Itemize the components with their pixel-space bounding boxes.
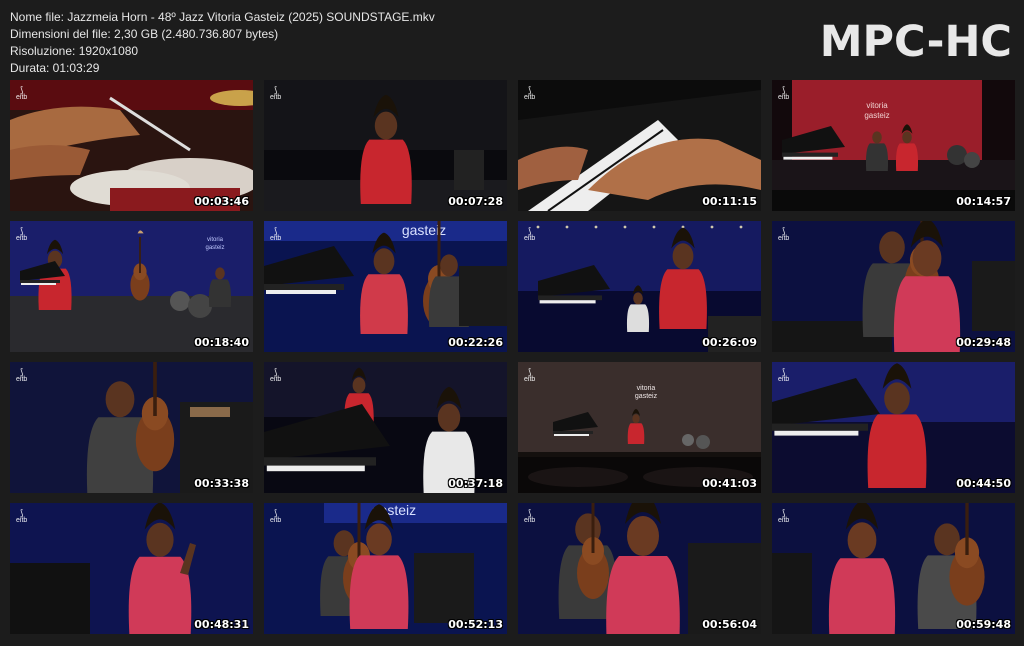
thumbnail-timestamp: 00:41:03 [702, 477, 757, 490]
thumbnail-timestamp: 00:26:09 [702, 336, 757, 349]
thumbnail-2: ⟆ eitb 00:07:28 [264, 80, 507, 211]
thumbnail-timestamp: 00:07:28 [448, 195, 503, 208]
channel-logo: ⟆ eitb [524, 508, 536, 525]
thumbnail-timestamp: 00:52:13 [448, 618, 503, 631]
thumbnail-16: ⟆ eitb 00:59:48 [772, 503, 1015, 634]
thumbnail-7: ⟆ eitb 00:26:09 [518, 221, 761, 352]
thumbnail-frame-image [772, 503, 1015, 634]
resolution-text: Risoluzione: 1920x1080 [10, 44, 139, 58]
thumbnail-frame-image [264, 80, 507, 211]
channel-logo: ⟆ eitb [778, 508, 790, 525]
svg-text:vitoria: vitoria [207, 237, 224, 243]
thumbnail-frame-image [772, 362, 1015, 493]
channel-logo: ⟆ eitb [778, 85, 790, 102]
channel-logo: ⟆ eitb [778, 226, 790, 243]
svg-text:vitoria: vitoria [866, 101, 888, 110]
thumbnail-frame-image [10, 362, 253, 493]
thumbnail-frame-image: vitoria gasteiz [518, 362, 761, 493]
thumbnail-timestamp: 00:11:15 [702, 195, 757, 208]
thumbnail-8: ⟆ eitb 00:29:48 [772, 221, 1015, 352]
channel-logo: ⟆ eitb [16, 226, 28, 243]
thumbnail-frame-image [10, 503, 253, 634]
channel-logo: ⟆ eitb [270, 508, 282, 525]
svg-text:gasteiz: gasteiz [205, 245, 224, 251]
thumbnail-4: vitoria gasteiz ⟆ eitb 00:14:57 [772, 80, 1015, 211]
thumbnail-5: vitoria gasteiz ⟆ eitb 00:18:40 [10, 221, 253, 352]
thumbnail-frame-image [518, 80, 761, 211]
thumbnail-frame-image: vitoria gasteiz [772, 80, 1015, 211]
mpc-hc-logo: MPC-HC [819, 17, 1012, 67]
thumbnail-timestamp: 00:29:48 [956, 336, 1011, 349]
thumbnail-frame-image [518, 221, 761, 352]
channel-logo: ⟆ eitb [270, 85, 282, 102]
thumbnail-10: ⟆ eitb 00:37:18 [264, 362, 507, 493]
thumbnail-frame-image [518, 503, 761, 634]
thumbnail-3: ⟆ eitb 00:11:15 [518, 80, 761, 211]
thumbnail-timestamp: 00:14:57 [956, 195, 1011, 208]
file-size-text: Dimensioni del file: 2,30 GB (2.480.736.… [10, 27, 279, 41]
svg-text:gasteiz: gasteiz [635, 393, 658, 400]
thumbnail-grid: ⟆ eitb 00:03:46 ⟆ eitb 00:07:28 ⟆ eitb 00:11:1… [10, 80, 1015, 634]
thumbnail-frame-image [264, 362, 507, 493]
thumbnail-15: ⟆ eitb 00:56:04 [518, 503, 761, 634]
thumbnail-frame-image: vitoria gasteiz [10, 221, 253, 352]
thumbnail-12: ⟆ eitb 00:44:50 [772, 362, 1015, 493]
channel-logo: ⟆ eitb [16, 508, 28, 525]
channel-logo: ⟆ eitb [524, 367, 536, 384]
thumbnail-frame-image: gasteiz [264, 503, 507, 634]
thumbnail-frame-image [772, 221, 1015, 352]
thumbnail-timestamp: 00:48:31 [194, 618, 249, 631]
thumbnail-6: gasteiz ⟆ eitb 00:22:26 [264, 221, 507, 352]
channel-logo: ⟆ eitb [16, 367, 28, 384]
channel-logo: ⟆ eitb [524, 85, 536, 102]
thumbnail-1: ⟆ eitb 00:03:46 [10, 80, 253, 211]
channel-logo: ⟆ eitb [270, 226, 282, 243]
svg-text:vitoria: vitoria [637, 385, 656, 392]
thumbnail-timestamp: 00:03:46 [194, 195, 249, 208]
thumbnail-timestamp: 00:22:26 [448, 336, 503, 349]
thumbnail-timestamp: 00:18:40 [194, 336, 249, 349]
thumbnail-13: ⟆ eitb 00:48:31 [10, 503, 253, 634]
thumbnail-timestamp: 00:44:50 [956, 477, 1011, 490]
thumbnail-timestamp: 00:56:04 [702, 618, 757, 631]
channel-logo: ⟆ eitb [270, 367, 282, 384]
svg-text:gasteiz: gasteiz [864, 111, 889, 120]
channel-logo: ⟆ eitb [778, 367, 790, 384]
channel-logo: ⟆ eitb [524, 226, 536, 243]
thumbnail-9: ⟆ eitb 00:33:38 [10, 362, 253, 493]
thumbnail-14: gasteiz ⟆ eitb 00:52:13 [264, 503, 507, 634]
duration-text: Durata: 01:03:29 [10, 61, 100, 75]
file-name-text: Nome file: Jazzmeia Horn - 48º Jazz Vito… [10, 10, 435, 24]
thumbnail-timestamp: 00:33:38 [194, 477, 249, 490]
thumbnail-11: vitoria gasteiz ⟆ eitb 00:41:03 [518, 362, 761, 493]
thumbnail-timestamp: 00:37:18 [448, 477, 503, 490]
thumbnail-frame-image [10, 80, 253, 211]
thumbnail-frame-image: gasteiz [264, 221, 507, 352]
file-info-panel: Nome file: Jazzmeia Horn - 48º Jazz Vito… [10, 9, 435, 77]
thumbnail-timestamp: 00:59:48 [956, 618, 1011, 631]
channel-logo: ⟆ eitb [16, 85, 28, 102]
